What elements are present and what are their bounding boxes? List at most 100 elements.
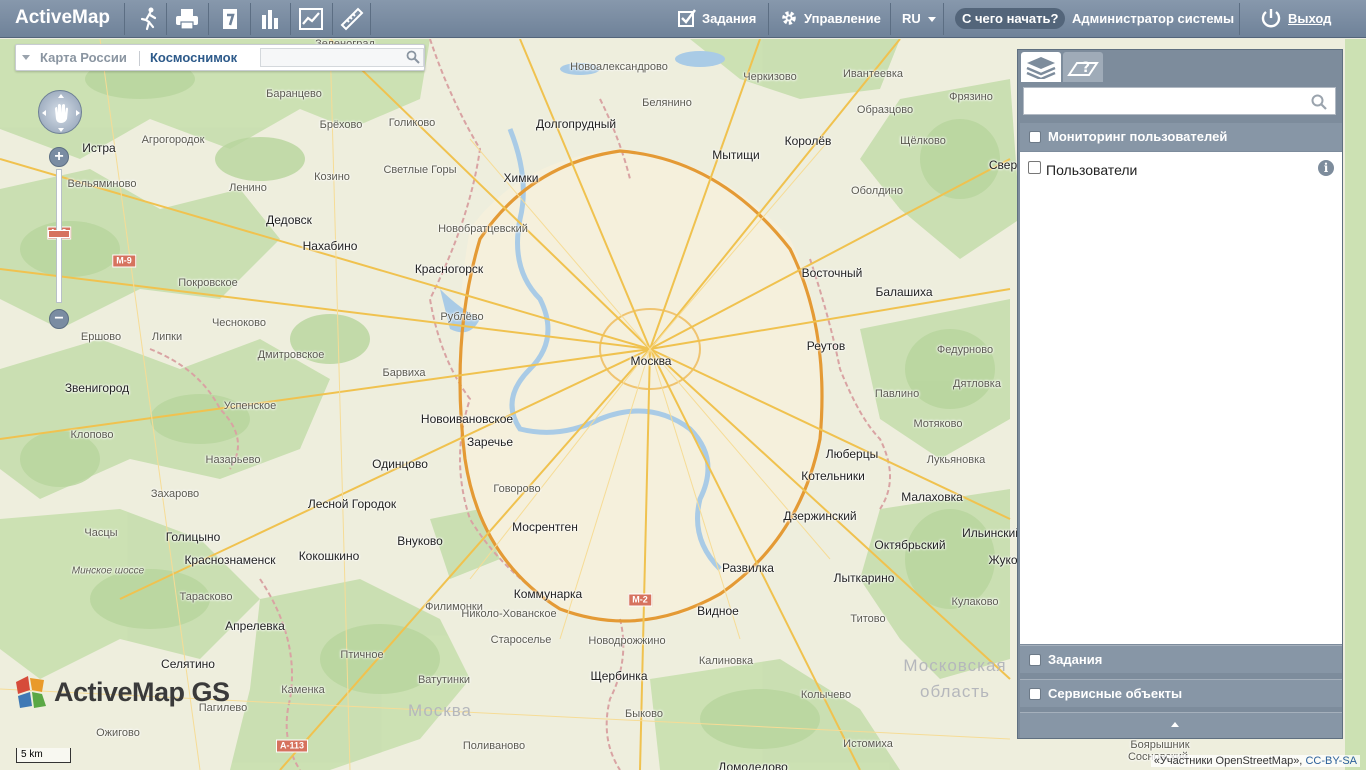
section-title: Задания — [1048, 652, 1103, 667]
map-place-label: Жуко — [988, 553, 1018, 567]
map-place-label: Боярышник — [1130, 739, 1190, 751]
users-checkbox[interactable] — [1028, 161, 1041, 174]
tab-legend[interactable]: ? — [1063, 52, 1103, 82]
section-title: Мониторинг пользователей — [1048, 129, 1228, 144]
map-place-label: Черкизово — [743, 71, 797, 83]
map-place-label: Лесной Городок — [307, 497, 397, 511]
section-checkbox[interactable] — [1029, 131, 1041, 143]
map-place-label: Ватутинки — [417, 674, 471, 686]
power-icon — [1261, 8, 1281, 27]
map-place-label: Одинцово — [372, 457, 428, 471]
tasks-button[interactable]: Задания — [678, 0, 756, 38]
map-place-label: Внуково — [397, 534, 443, 548]
section-tasks[interactable]: Задания — [1020, 645, 1342, 673]
map-region-label: область — [920, 682, 990, 701]
map-place-label: Коммунарка — [513, 587, 583, 601]
toolbar-divider — [370, 3, 371, 35]
map-place-label: Павлино — [874, 388, 920, 400]
road-shield: А-113 — [275, 739, 309, 753]
map-place-label: Котельники — [801, 469, 865, 483]
section-user-monitoring[interactable]: Мониторинг пользователей — [1020, 123, 1342, 151]
map-place-label: Новоивановское — [420, 412, 514, 426]
section-checkbox[interactable] — [1029, 654, 1041, 666]
print-icon[interactable] — [172, 4, 202, 34]
map-place-label: Николо-Хованское — [461, 608, 557, 620]
map-region-label: Москва — [407, 701, 473, 720]
zoom-out-button[interactable]: − — [49, 309, 69, 329]
map-place-label: Староселье — [490, 634, 552, 646]
toolbar-divider — [1239, 3, 1240, 35]
map-place-label: Птичное — [340, 649, 384, 661]
panel-search-input[interactable] — [1024, 88, 1304, 114]
map-place-label: Ожигово — [96, 727, 140, 739]
ruler-icon[interactable] — [337, 4, 367, 34]
pan-control[interactable] — [38, 90, 82, 134]
map-search-box — [260, 48, 424, 67]
map-place-label: Каменка — [281, 684, 325, 696]
road-shield: М-9 — [112, 254, 136, 268]
map-place-label: Малаховка — [901, 490, 963, 504]
section-service-objects[interactable]: Сервисные объекты — [1020, 679, 1342, 707]
search-icon[interactable] — [406, 50, 420, 69]
search-icon[interactable] — [1311, 94, 1327, 115]
logout-button[interactable]: Выход — [1260, 0, 1331, 38]
language-dropdown[interactable]: RU — [902, 0, 937, 38]
line-chart-icon[interactable] — [296, 4, 326, 34]
road-label: Минское шоссе — [71, 565, 145, 577]
layer-russia-map[interactable]: Карта России — [40, 50, 127, 65]
layer-satellite[interactable]: Космоснимок — [150, 50, 237, 65]
getting-started-button[interactable]: С чего начать? — [955, 8, 1066, 29]
map-place-label: Агрогородок — [141, 134, 205, 146]
manage-button[interactable]: Управление — [780, 0, 881, 38]
app-logo[interactable]: ActiveMap — [15, 7, 110, 29]
map-search-input[interactable] — [261, 49, 401, 67]
section-title: Сервисные объекты — [1048, 686, 1183, 701]
toolbar-divider — [290, 3, 291, 35]
layer-switcher: Карта России Космоснимок — [15, 44, 425, 71]
map-place-label: Дзержинский — [783, 509, 857, 523]
report-icon[interactable] — [215, 4, 245, 34]
map-place-label: Клопово — [70, 429, 114, 441]
map-place-label: Нахабино — [302, 239, 358, 253]
panel-collapse-button[interactable] — [1020, 712, 1342, 738]
map-place-label: Новодрожжино — [588, 635, 666, 647]
map-place-label: Кокошкино — [298, 549, 360, 563]
map-place-label: Химки — [503, 171, 539, 185]
map-place-label: Брёхово — [319, 119, 363, 131]
map-place-label: Новоалександрово — [570, 61, 668, 73]
chevron-down-icon[interactable] — [22, 55, 30, 60]
map-place-label: Развилка — [722, 561, 774, 575]
map-place-label: Назарьево — [205, 454, 261, 466]
activemap-logo-icon — [16, 676, 46, 708]
map-place-label: Светлые Горы — [383, 164, 457, 176]
current-user-link[interactable]: Администратор системы — [1072, 0, 1234, 38]
info-icon[interactable]: i — [1318, 160, 1334, 176]
map-place-label: Фрязино — [949, 91, 993, 103]
map-place-label: Апрелевка — [225, 619, 285, 633]
chevron-up-icon — [1171, 722, 1179, 727]
toolbar-divider — [208, 3, 209, 35]
map-place-label: Видное — [697, 604, 739, 618]
road-shield: М-2 — [628, 593, 652, 607]
toolbar-divider — [890, 3, 891, 35]
zoom-in-button[interactable]: + — [49, 147, 69, 167]
toolbar-divider — [250, 3, 251, 35]
map-place-label: Быково — [624, 708, 664, 720]
map-place-label: Королёв — [784, 134, 832, 148]
map-place-label: Восточный — [801, 266, 863, 280]
tracking-icon[interactable] — [133, 4, 163, 34]
section-checkbox[interactable] — [1029, 688, 1041, 700]
layers-panel: ? Мониторинг пользователей Пользователи … — [1017, 49, 1343, 739]
map-place-label: Люберцы — [825, 447, 879, 461]
tab-layers[interactable] — [1021, 52, 1061, 82]
bar-chart-icon[interactable] — [255, 4, 285, 34]
map-place-label: Покровское — [178, 277, 238, 289]
toolbar-divider — [332, 3, 333, 35]
section-body: Пользователи i — [1020, 152, 1342, 644]
svg-text:?: ? — [1082, 60, 1090, 76]
license-link[interactable]: CC-BY-SA — [1305, 755, 1357, 767]
map-place-label: Щербинка — [590, 669, 648, 683]
map-place-label: Истомиха — [843, 738, 893, 750]
zoom-slider-handle[interactable] — [48, 230, 70, 238]
toolbar-divider — [124, 3, 125, 35]
